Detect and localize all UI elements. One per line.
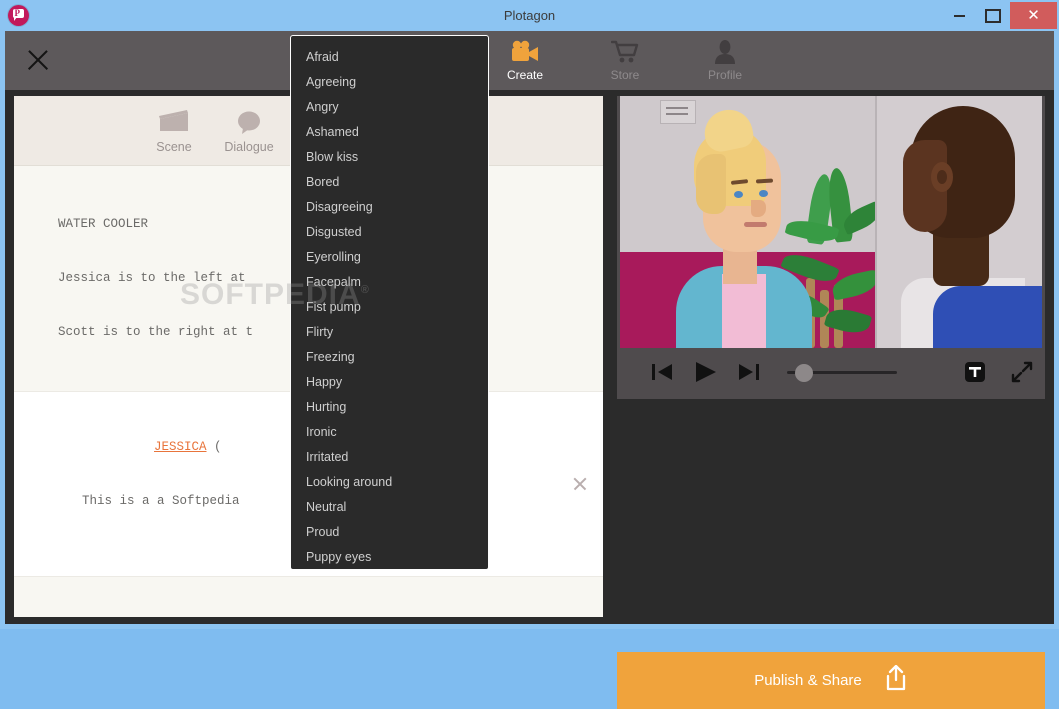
wall-sign-icon [660,100,696,124]
dropdown-item[interactable]: Afraid [291,45,488,70]
maximize-button[interactable] [976,0,1010,31]
dropdown-item[interactable]: Ashamed [291,120,488,145]
expand-arrows-icon[interactable] [1001,348,1042,396]
application-window: P Plotagon ✕ Create [0,0,1059,629]
dropdown-item[interactable]: Freezing [291,345,488,370]
speech-bubble-icon [235,105,263,135]
dropdown-item[interactable]: Flirty [291,320,488,345]
dropdown-item[interactable]: Neutral [291,495,488,520]
skip-next-icon[interactable] [729,348,770,396]
dropdown-item[interactable]: Hurting [291,395,488,420]
play-icon[interactable] [683,348,729,396]
dropdown-item[interactable]: Looking around [291,470,488,495]
share-upload-icon [884,665,908,696]
window-controls: ✕ [942,0,1059,31]
dropdown-item[interactable]: Agreeing [291,70,488,95]
scene-left-shot [620,96,875,348]
text-subtitles-icon[interactable] [955,348,996,396]
dropdown-item[interactable]: Bored [291,170,488,195]
character-paren: ( [207,440,222,454]
playback-controls [620,348,1042,396]
publish-label: Publish & Share [754,672,862,689]
main-content: Scene Dialogue WATER COOLER Jessica is t [5,90,1054,624]
skip-previous-icon[interactable] [642,348,683,396]
toolbar-item-label: Profile [708,68,742,82]
movie-camera-icon [510,38,540,66]
window-title: Plotagon [0,0,1059,31]
toolbar-item-profile[interactable]: Profile [675,31,775,90]
dropdown-item[interactable]: Blow kiss [291,145,488,170]
video-stage[interactable] [620,96,1042,348]
dropdown-item[interactable]: Irritated [291,445,488,470]
timeline-slider[interactable] [787,348,888,396]
toolbar-nav: Create Store [475,31,775,90]
dropdown-item[interactable]: Angry [291,95,488,120]
tab-label: Scene [156,140,191,154]
close-x-icon[interactable] [23,45,53,75]
tab-dialogue[interactable]: Dialogue [204,105,294,157]
close-window-button[interactable]: ✕ [1010,2,1057,29]
character-name: JESSICA [154,440,207,454]
dropdown-item[interactable]: Fist pump [291,295,488,320]
shopping-cart-icon [611,38,639,66]
slider-knob[interactable] [795,364,813,382]
title-bar: P Plotagon ✕ [0,0,1059,31]
script-dialogue-block[interactable]: SCOTT (pr We review and categor order to… [14,577,603,617]
toolbar-item-label: Store [611,68,640,82]
dropdown-item[interactable]: Disgusted [291,220,488,245]
dropdown-item[interactable]: Disagreeing [291,195,488,220]
dropdown-item[interactable]: Facepalm [291,270,488,295]
dropdown-item[interactable]: Happy [291,370,488,395]
toolbar-item-store[interactable]: Store [575,31,675,90]
maximize-icon [985,9,1001,23]
dropdown-item[interactable]: Proud [291,520,488,545]
user-silhouette-icon [713,38,737,66]
preview-panel [617,96,1045,399]
emotion-dropdown[interactable]: Afraid Agreeing Angry Ashamed Blow kiss … [290,35,489,570]
app-toolbar: Create Store [5,31,1054,90]
publish-share-button[interactable]: Publish & Share [617,652,1045,709]
dropdown-item[interactable]: Puppy eyes [291,545,488,570]
tab-label: Dialogue [224,140,273,154]
dropdown-item[interactable]: Eyerolling [291,245,488,270]
toolbar-item-create[interactable]: Create [475,31,575,90]
toolbar-item-label: Create [507,68,543,82]
clapperboard-icon [157,105,191,135]
dropdown-item[interactable]: Ironic [291,420,488,445]
minimize-button[interactable] [942,0,976,31]
minimize-icon [954,15,965,17]
scene-right-shot [877,96,1042,348]
delete-line-icon[interactable] [571,475,589,493]
